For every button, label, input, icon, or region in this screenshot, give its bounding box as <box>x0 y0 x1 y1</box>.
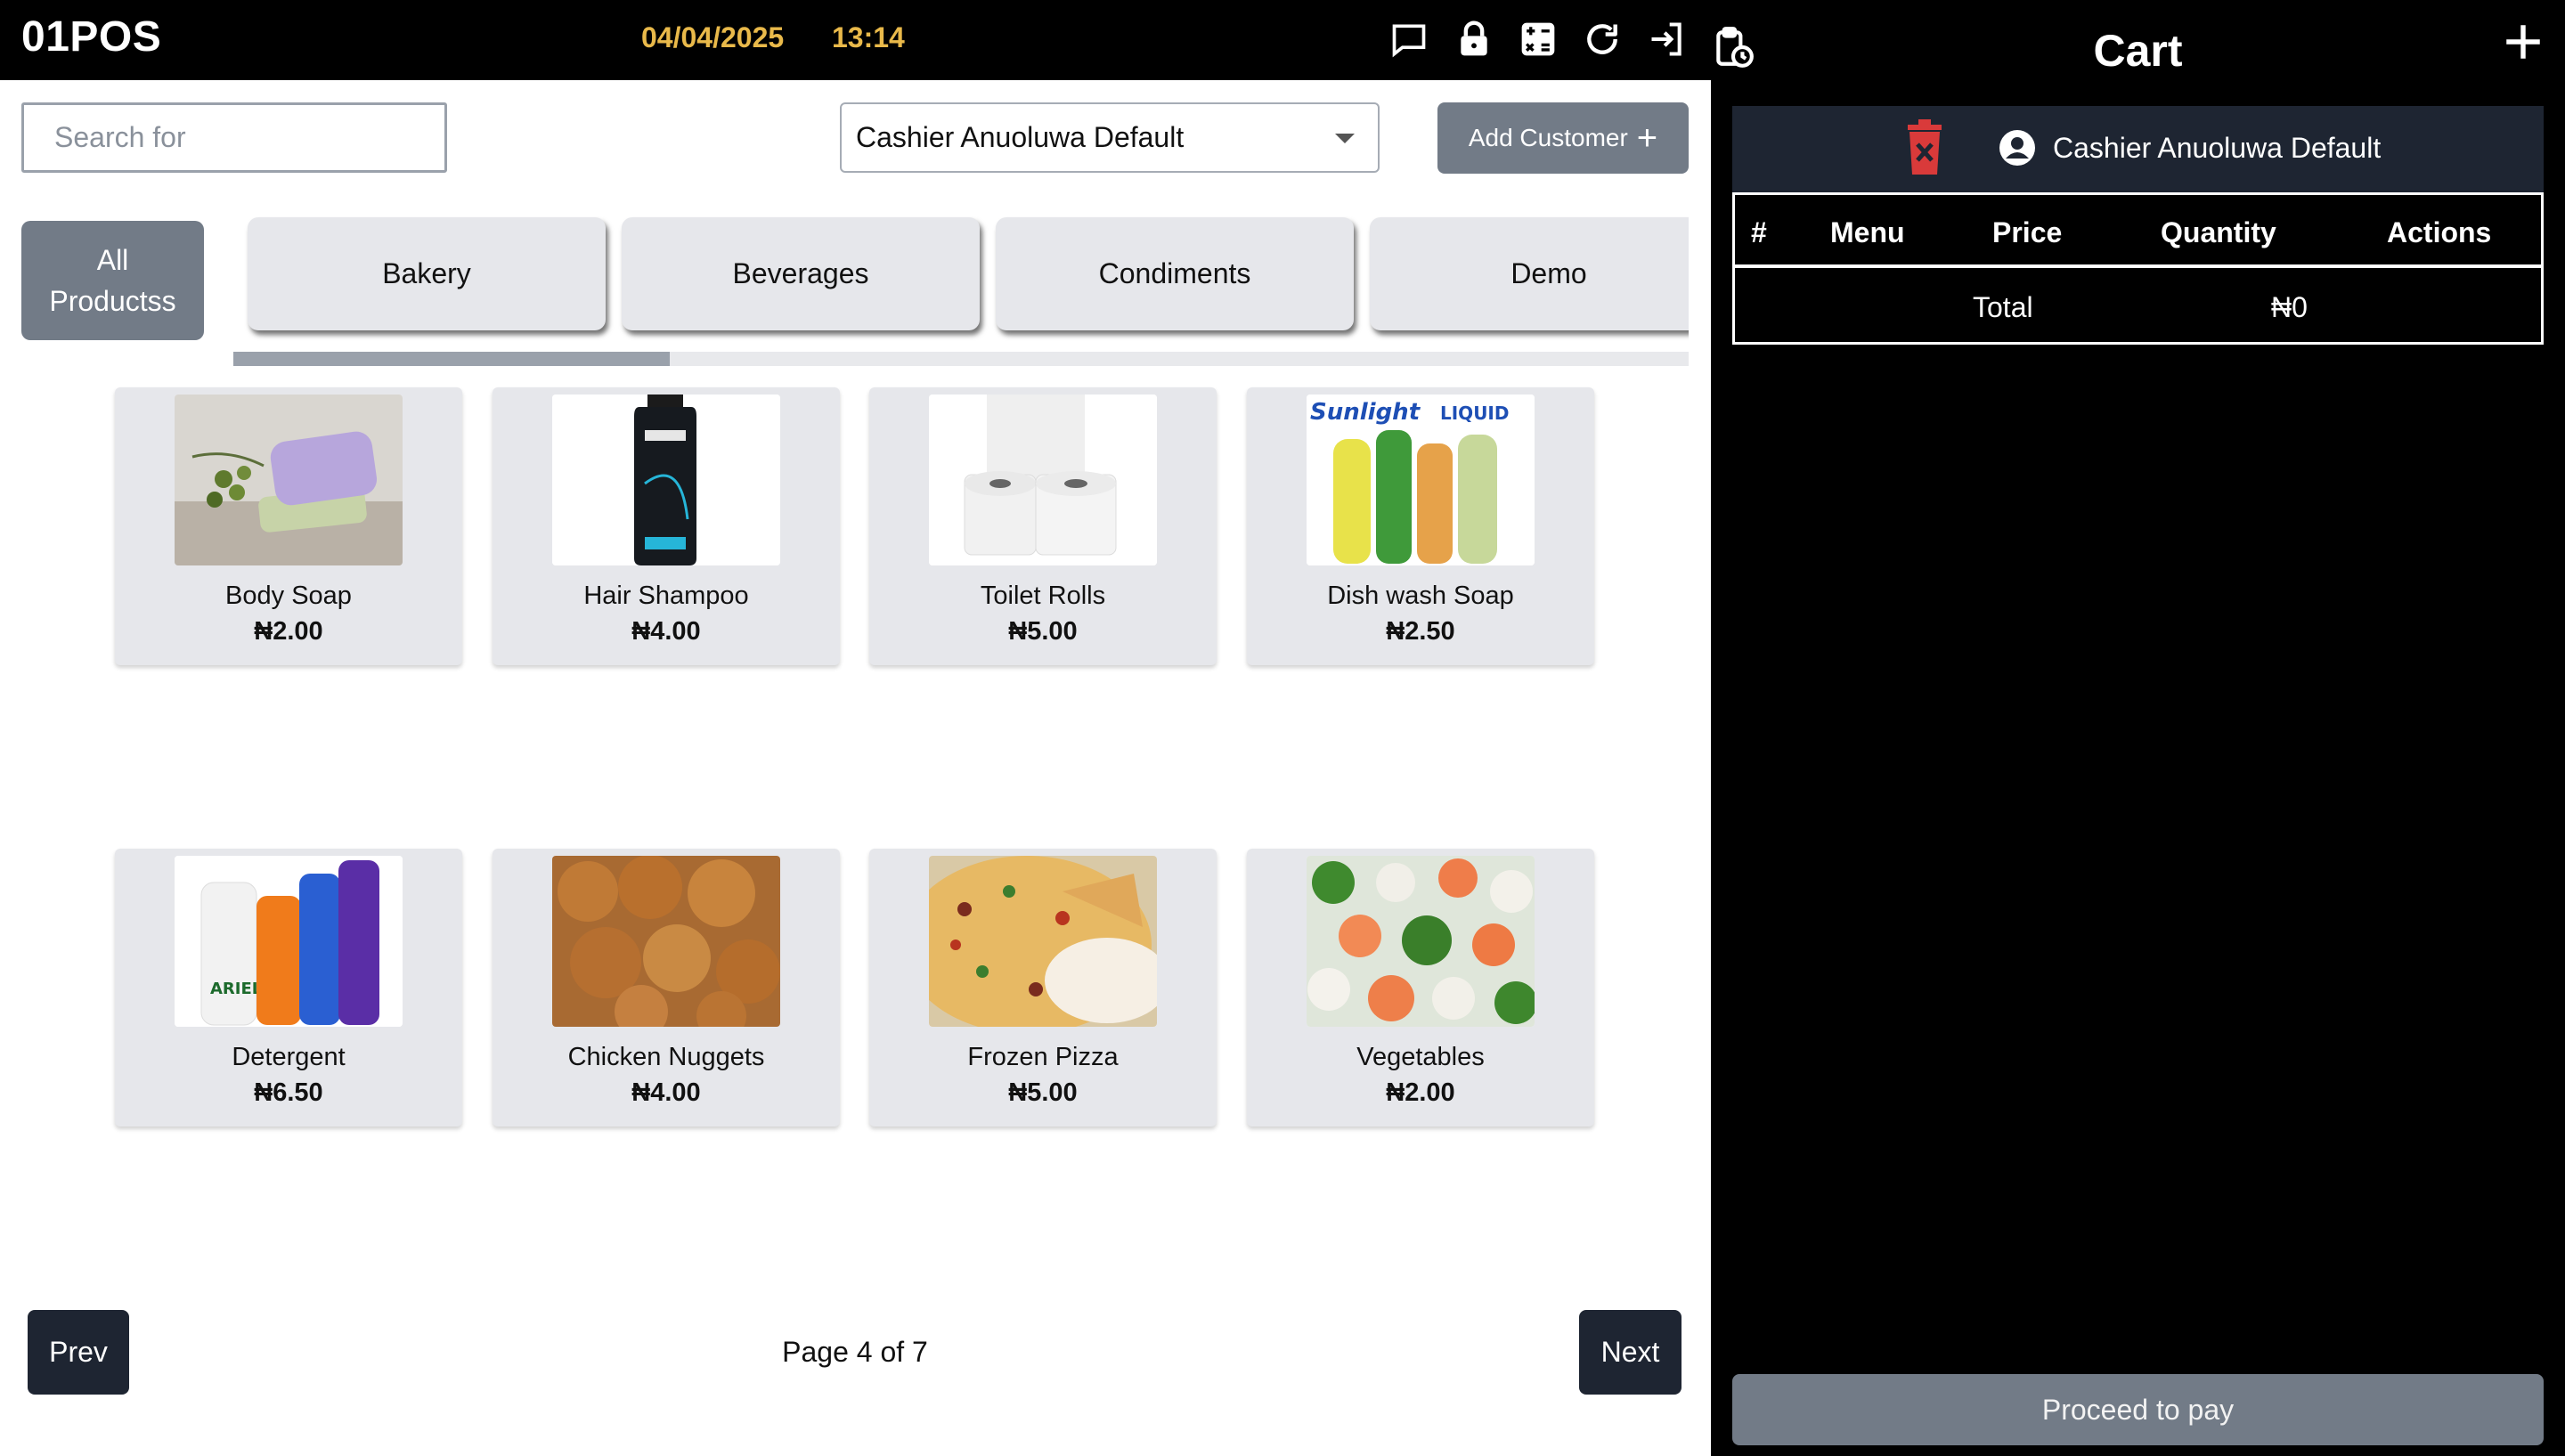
product-card[interactable]: Vegetables ₦2.00 <box>1247 849 1594 1127</box>
product-card[interactable]: Chicken Nuggets ₦4.00 <box>493 849 840 1127</box>
product-name: Frozen Pizza <box>967 1043 1119 1071</box>
cart-table: # Menu Price Quantity Actions Total ₦0 <box>1732 192 2544 345</box>
chicken-nuggets-image <box>552 856 780 1027</box>
customer-select[interactable]: Cashier Anuoluwa Default <box>840 102 1380 173</box>
product-card[interactable]: Body Soap ₦2.00 <box>115 387 462 665</box>
column-actions: Actions <box>2387 216 2492 248</box>
product-card[interactable]: Toilet Rolls ₦5.00 <box>869 387 1217 665</box>
product-name: Body Soap <box>225 582 352 610</box>
proceed-to-pay-button[interactable]: Proceed to pay <box>1732 1374 2544 1445</box>
column-menu: Menu <box>1830 216 1905 248</box>
svg-text:Sunlight: Sunlight <box>1310 399 1421 426</box>
cart-total-value: ₦0 <box>2271 291 2308 323</box>
vegetables-image <box>1307 856 1535 1027</box>
lock-icon[interactable] <box>1453 18 1495 61</box>
category-beverages[interactable]: Beverages <box>622 217 980 330</box>
product-name: Toilet Rolls <box>980 582 1106 610</box>
plus-icon: + <box>1636 118 1658 158</box>
search-input[interactable] <box>21 102 447 173</box>
prev-page-button[interactable]: Prev <box>28 1310 129 1395</box>
column-quantity: Quantity <box>2161 216 2276 248</box>
product-name: Hair Shampoo <box>583 582 749 610</box>
refresh-icon[interactable] <box>1581 18 1624 61</box>
product-name: Vegetables <box>1356 1043 1485 1071</box>
cart-title: Cart <box>2093 26 2183 76</box>
app-logo: 01POS <box>21 13 162 61</box>
column-price: Price <box>1992 216 2063 248</box>
column-number: # <box>1751 216 1767 248</box>
product-price: ₦6.50 <box>254 1078 323 1107</box>
detergent-image: ARIEL <box>175 856 403 1027</box>
user-avatar-icon <box>1999 130 2035 166</box>
add-customer-button[interactable]: Add Customer + <box>1437 102 1689 174</box>
svg-text:LIQUID: LIQUID <box>1440 403 1509 424</box>
product-price: ₦2.00 <box>254 617 323 646</box>
product-name: Detergent <box>232 1043 346 1071</box>
product-name: Dish wash Soap <box>1327 582 1514 610</box>
calculator-icon[interactable] <box>1517 18 1559 61</box>
cart-total-label: Total <box>1973 291 2033 323</box>
category-bakery[interactable]: Bakery <box>248 217 606 330</box>
top-bar: 01POS 04/04/2025 13:14 <box>0 0 1711 80</box>
cart-table-header: # Menu Price Quantity Actions <box>1735 195 2541 268</box>
product-price: ₦5.00 <box>1008 617 1078 646</box>
product-price: ₦2.50 <box>1386 617 1455 646</box>
product-price: ₦5.00 <box>1008 1078 1078 1107</box>
body-soap-image <box>175 395 403 565</box>
cart-customer-name: Cashier Anuoluwa Default <box>2053 132 2382 164</box>
category-scroller: Bakery Beverages Condiments Demo <box>233 205 1689 347</box>
plus-icon[interactable] <box>2501 20 2545 64</box>
category-all-products[interactable]: All Productss <box>21 221 204 340</box>
toilet-rolls-image <box>929 395 1157 565</box>
product-card[interactable]: Frozen Pizza ₦5.00 <box>869 849 1217 1127</box>
category-condiments[interactable]: Condiments <box>996 217 1354 330</box>
current-time: 13:14 <box>832 21 905 53</box>
product-price: ₦2.00 <box>1386 1078 1455 1107</box>
product-card[interactable]: Hair Shampoo ₦4.00 <box>493 387 840 665</box>
product-price: ₦4.00 <box>631 1078 701 1107</box>
logout-icon[interactable] <box>1645 18 1688 61</box>
add-customer-label: Add Customer <box>1468 124 1628 151</box>
customer-select-value: Cashier Anuoluwa Default <box>856 121 1185 153</box>
next-page-button[interactable]: Next <box>1579 1310 1682 1395</box>
trash-icon[interactable] <box>1902 119 1947 176</box>
product-price: ₦4.00 <box>631 617 701 646</box>
svg-text:ARIEL: ARIEL <box>210 980 262 998</box>
current-date: 04/04/2025 <box>641 21 785 53</box>
product-card[interactable]: ARIEL Detergent ₦6.50 <box>115 849 462 1127</box>
category-demo[interactable]: Demo <box>1370 217 1689 330</box>
category-scrollbar-thumb[interactable] <box>233 352 670 366</box>
message-icon[interactable] <box>1388 18 1430 61</box>
chevron-down-icon <box>1335 134 1355 143</box>
dish-wash-soap-image: Sunlight LIQUID <box>1307 395 1535 565</box>
product-name: Chicken Nuggets <box>567 1043 765 1071</box>
frozen-pizza-image <box>929 856 1157 1027</box>
page-indicator: Page 4 of 7 <box>782 1336 928 1368</box>
hair-shampoo-image <box>552 395 780 565</box>
product-card[interactable]: Sunlight LIQUID Dish wash Soap ₦2.50 <box>1247 387 1594 665</box>
